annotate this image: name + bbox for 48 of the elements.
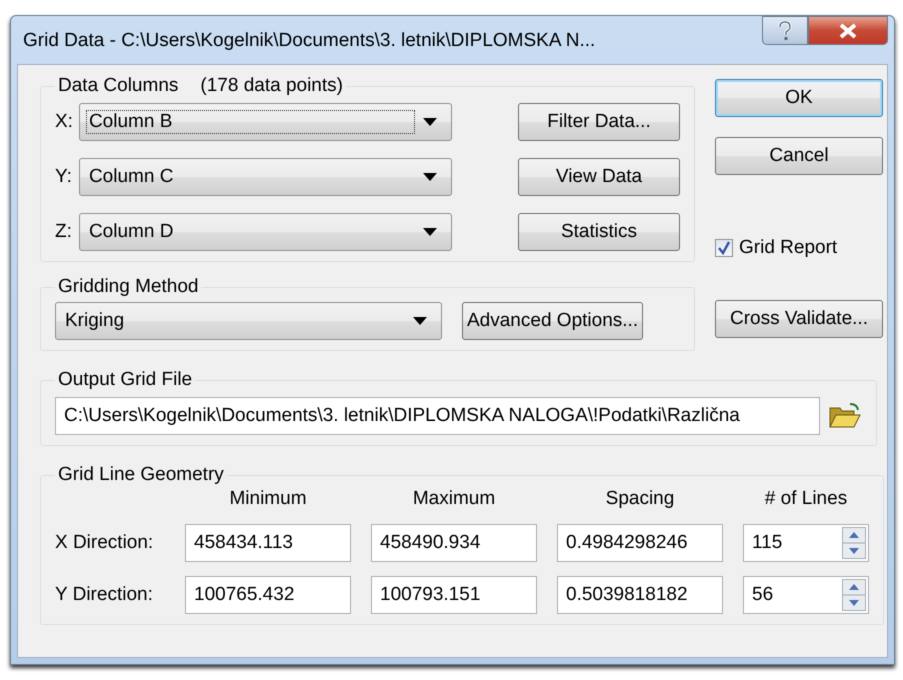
column-header: Spacing [604,488,676,510]
column-dropdown[interactable]: Column D [78,213,452,251]
maximum-field[interactable]: 458490.934 [371,524,537,562]
data-button[interactable]: Filter Data... [518,103,680,141]
folder-icon[interactable] [828,402,862,430]
minimum-field[interactable]: 100765.432 [185,576,351,614]
data-button[interactable]: View Data [518,158,680,196]
column-dropdown[interactable]: Column B [78,103,452,141]
line-count-spinner[interactable]: 115 [743,524,869,562]
caret-icon [422,118,437,126]
advanced-options-button[interactable]: Advanced Options... [462,302,644,340]
help-button[interactable] [762,16,808,45]
caret-icon [422,228,437,236]
group-title: Grid Line Geometry [58,464,224,486]
spacing-field[interactable]: 0.4984298246 [557,524,723,562]
close-button[interactable] [808,16,888,45]
group-title: Gridding Method [58,276,198,298]
axis-label: Y: [55,166,73,188]
caret-icon [422,173,437,181]
axis-label: Z: [55,221,73,243]
column-header: Minimum [228,488,308,510]
dialog-button[interactable]: OK [715,79,883,117]
caret-icon [413,317,427,325]
window-title: Grid Data - C:\Users\Kogelnik\Documents\3. letnik\DIPLOMSKA N... [23,30,596,52]
data-point-count: (178 data points) [200,75,343,97]
line-count-spinner[interactable]: 56 [743,576,869,614]
close-icon [838,22,858,38]
column-header: Maximum [412,488,496,510]
spin-arrows-icon[interactable] [842,527,866,559]
column-dropdown[interactable]: Column C [78,158,452,196]
group-title: Data Columns [58,75,178,97]
spacing-field[interactable]: 0.5039818182 [557,576,723,614]
row-label: X Direction: [55,532,154,554]
group-title: Output Grid File [58,369,192,391]
row-label: Y Direction: [55,584,154,606]
data-button[interactable]: Statistics [518,213,680,251]
axis-label: X: [55,111,73,133]
spin-arrows-icon[interactable] [842,579,866,611]
dialog-button[interactable]: Cancel [715,137,883,175]
method-dropdown[interactable]: Kriging [55,302,442,340]
maximum-field[interactable]: 100793.151 [371,576,537,614]
minimum-field[interactable]: 458434.113 [185,524,351,562]
checkbox[interactable] [715,239,733,257]
file-path-field[interactable]: C:\Users\Kogelnik\Documents\3. letnik\DIPLOMSKA NALOGA\!Podatki\Različna [55,397,820,435]
column-header: # of Lines [764,488,848,510]
help-icon [778,20,792,40]
cross-validate-button[interactable]: Cross Validate... [715,300,883,338]
checkbox-label: Grid Report [739,237,838,259]
